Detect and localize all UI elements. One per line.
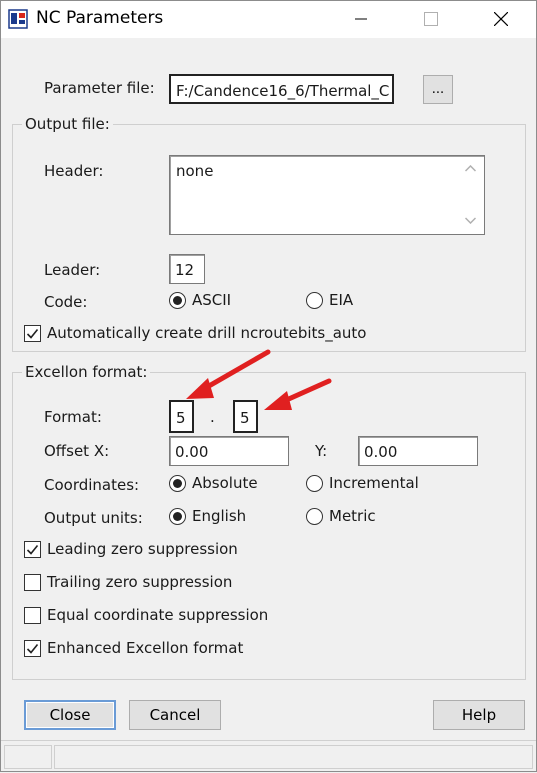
annotation-arrows — [186, 349, 332, 410]
annotation-arrow-2 — [264, 378, 332, 410]
annotation-arrow-1 — [186, 349, 271, 399]
